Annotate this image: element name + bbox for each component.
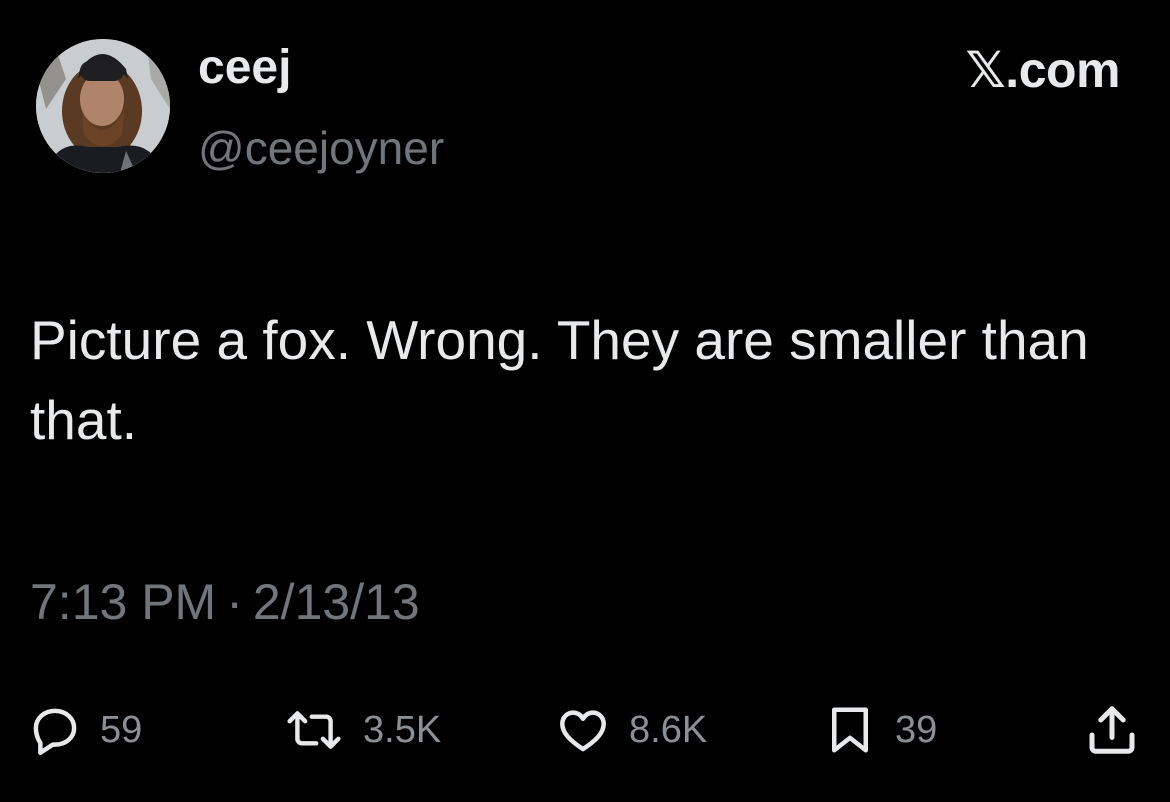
tweet-timestamp[interactable]: 7:13 PM · 2/13/13 — [30, 570, 420, 634]
like-count: 8.6K — [629, 709, 708, 751]
bookmark-icon — [823, 703, 877, 757]
heart-icon — [555, 703, 611, 757]
display-name[interactable]: ceej — [198, 38, 291, 98]
reply-icon — [28, 703, 82, 757]
reply-count: 59 — [100, 709, 143, 751]
bookmark-button[interactable]: 39 — [823, 700, 937, 760]
retweet-count: 3.5K — [363, 709, 442, 751]
reply-button[interactable]: 59 — [28, 700, 142, 760]
user-handle[interactable]: @ceejoyner — [198, 118, 444, 178]
avatar-photo — [36, 39, 170, 173]
action-bar: 59 3.5K 8.6K 39 — [0, 700, 1170, 760]
meta-separator: · — [226, 574, 243, 630]
retweet-button[interactable]: 3.5K — [283, 700, 441, 760]
tweet-date: 2/13/13 — [252, 574, 420, 630]
tweet-text: Picture a fox. Wrong. They are smaller t… — [30, 309, 1089, 451]
share-button[interactable] — [1082, 700, 1142, 760]
share-icon — [1082, 700, 1142, 760]
tweet-time: 7:13 PM — [30, 574, 217, 630]
retweet-icon — [283, 703, 345, 757]
avatar[interactable] — [36, 39, 170, 173]
like-button[interactable]: 8.6K — [555, 700, 707, 760]
bookmark-count: 39 — [895, 709, 938, 751]
x-brand-label: 𝕏.com — [965, 42, 1121, 98]
